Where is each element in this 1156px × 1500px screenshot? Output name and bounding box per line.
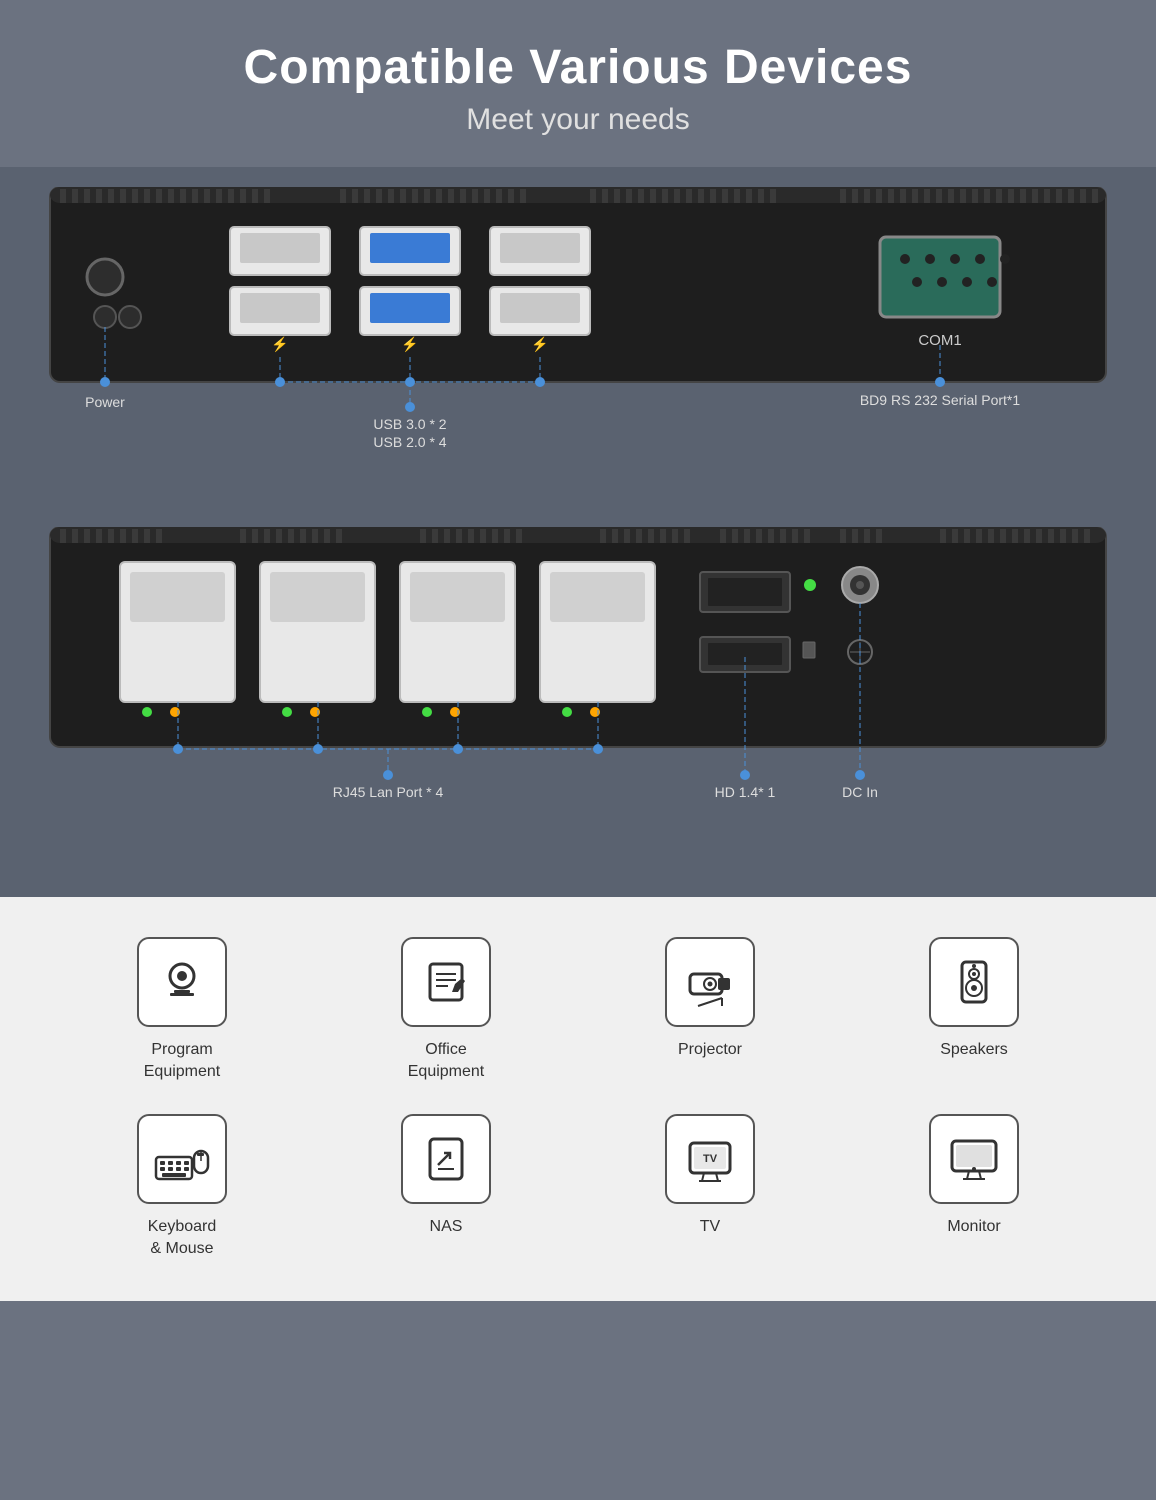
icon-label-program-equipment: ProgramEquipment — [144, 1039, 221, 1084]
icons-section: ProgramEquipment OfficeEquipment — [0, 897, 1156, 1301]
svg-text:⚡: ⚡ — [401, 336, 418, 353]
icon-box-office-equipment — [401, 937, 491, 1027]
icon-item-program-equipment: ProgramEquipment — [60, 937, 304, 1084]
icon-item-nas: NAS — [324, 1114, 568, 1261]
bottom-panel-diagram: RJ45 Lan Port * 4 HD 1.4* 1 DC In — [40, 527, 1116, 837]
svg-text:Power: Power — [85, 394, 125, 410]
svg-text:RJ45 Lan Port * 4: RJ45 Lan Port * 4 — [333, 784, 444, 800]
icon-label-office-equipment: OfficeEquipment — [408, 1039, 485, 1084]
icon-item-projector: Projector — [588, 937, 832, 1084]
svg-text:TV: TV — [703, 1153, 718, 1165]
icon-label-monitor: Monitor — [947, 1216, 1000, 1238]
icon-label-tv: TV — [700, 1216, 720, 1238]
svg-text:HD 1.4* 1: HD 1.4* 1 — [715, 784, 776, 800]
icon-item-keyboard-mouse: Keyboard& Mouse — [60, 1114, 304, 1261]
icon-item-office-equipment: OfficeEquipment — [324, 937, 568, 1084]
svg-text:USB 3.0 * 2: USB 3.0 * 2 — [373, 416, 446, 432]
icon-box-keyboard-mouse — [137, 1114, 227, 1204]
main-title: Compatible Various Devices — [20, 40, 1136, 95]
icon-label-projector: Projector — [678, 1039, 742, 1061]
svg-text:⚡: ⚡ — [271, 336, 288, 353]
top-panel-diagram: ⚡ ⚡ ⚡ COM1 — [40, 187, 1116, 467]
svg-text:BD9 RS 232 Serial Port*1: BD9 RS 232 Serial Port*1 — [860, 392, 1021, 408]
icon-box-tv: TV — [665, 1114, 755, 1204]
sub-title: Meet your needs — [20, 103, 1136, 137]
header-section: Compatible Various Devices Meet your nee… — [0, 0, 1156, 167]
icon-box-program-equipment — [137, 937, 227, 1027]
icon-box-nas — [401, 1114, 491, 1204]
icon-item-speakers: Speakers — [852, 937, 1096, 1084]
svg-text:USB 2.0 * 4: USB 2.0 * 4 — [373, 434, 446, 450]
icon-box-monitor — [929, 1114, 1019, 1204]
icon-item-monitor: Monitor — [852, 1114, 1096, 1261]
svg-text:⚡: ⚡ — [531, 336, 548, 353]
icon-label-keyboard-mouse: Keyboard& Mouse — [148, 1216, 217, 1261]
diagrams-section: ⚡ ⚡ ⚡ COM1 — [0, 167, 1156, 897]
icon-label-nas: NAS — [430, 1216, 463, 1238]
svg-text:DC In: DC In — [842, 784, 878, 800]
icon-box-projector — [665, 937, 755, 1027]
icon-label-speakers: Speakers — [940, 1039, 1008, 1061]
icon-item-tv: TV TV — [588, 1114, 832, 1261]
icon-box-speakers — [929, 937, 1019, 1027]
icons-grid: ProgramEquipment OfficeEquipment — [60, 937, 1096, 1261]
